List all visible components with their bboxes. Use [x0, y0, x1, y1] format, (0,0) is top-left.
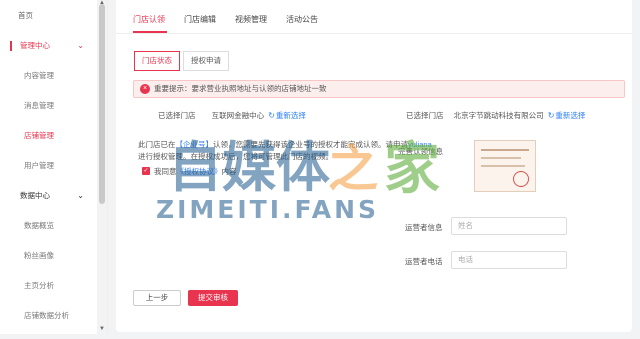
operator-name-input[interactable]: 姓名	[451, 217, 567, 235]
store-label: 已选择门店	[406, 111, 444, 120]
sidebar-item-messages[interactable]: 消息管理	[0, 96, 96, 116]
cert-label: 完善认领信息	[398, 147, 443, 156]
store-value: 北京字节跳动科技有限公司	[453, 111, 544, 120]
reselect-link[interactable]: ↻重新选择	[548, 111, 586, 120]
agreement-suffix: 内容	[221, 167, 237, 176]
prev-step-button[interactable]: 上一步	[133, 290, 181, 306]
sidebar-item-homepage-analysis[interactable]: 主页分析	[0, 276, 96, 296]
refresh-icon: ↻	[547, 111, 555, 120]
sidebar-item-users[interactable]: 用户管理	[0, 156, 96, 176]
segment-auth-apply[interactable]: 授权申请	[183, 51, 229, 71]
agreement-text: 我同意《授权协议》内容	[154, 166, 237, 177]
submit-review-button[interactable]: 提交审核	[188, 290, 238, 306]
sidebar-item-fans[interactable]: 粉丝画像	[0, 246, 96, 266]
refresh-icon: ↻	[268, 111, 275, 120]
reselect-link[interactable]: ↻重新选择	[268, 111, 306, 120]
store-value: 互联网金融中心	[211, 111, 265, 120]
scroll-up-icon[interactable]: ▲	[99, 0, 105, 6]
sidebar-group-label: 数据中心	[20, 191, 50, 200]
active-group-marker	[10, 41, 12, 51]
right-store-row: 已选择门店 北京字节跳动科技有限公司 ↻重新选择	[406, 110, 585, 121]
chevron-down-icon: ⌄	[77, 41, 84, 50]
chevron-down-icon: ⌄	[77, 191, 84, 200]
tab-store-edit[interactable]: 门店编辑	[184, 14, 216, 25]
tab-bar: 门店认领 门店编辑 视频管理 活动公告	[116, 0, 632, 34]
license-line	[481, 165, 525, 167]
tab-video-management[interactable]: 视频管理	[235, 14, 267, 25]
reselect-label: 重新选择	[275, 111, 306, 120]
reselect-label: 重新选择	[555, 111, 586, 120]
sidebar-group-data[interactable]: 数据中心 ⌄	[0, 186, 96, 206]
tab-announcements[interactable]: 活动公告	[286, 14, 318, 25]
operator-phone-label: 运营者电话	[405, 257, 443, 266]
sidebar-item-overview[interactable]: 数据概览	[0, 216, 96, 236]
scroll-down-icon[interactable]: ▼	[99, 326, 105, 332]
license-line	[481, 149, 529, 151]
alert-banner: × 重要提示：要求营业执照地址与认领的店铺地址一致	[133, 80, 625, 98]
desc-text: 此门店已在	[138, 140, 176, 149]
left-store-row: 已选择门店 互联网金融中心 ↻重新选择	[158, 110, 306, 121]
active-tab-underline	[133, 31, 167, 33]
claim-description: 此门店已在【企业号】认领，您需要先获得该企业号的授权才能完成认领。请申请yuli…	[138, 139, 434, 163]
close-circle-icon: ×	[140, 84, 150, 94]
main-panel: 门店认领 门店编辑 视频管理 活动公告 门店状态 授权申请 × 重要提示：要求营…	[116, 0, 632, 332]
sidebar-group-label: 管理中心	[20, 41, 50, 50]
business-license-image[interactable]	[474, 140, 536, 192]
agreement-link[interactable]: 《授权协议》	[177, 167, 222, 176]
license-line	[481, 157, 521, 159]
sidebar-group-management[interactable]: 管理中心 ⌄	[0, 36, 96, 56]
sidebar: 首页 管理中心 ⌄ 内容管理 消息管理 店铺管理 用户管理 数据中心 ⌄ 数据概…	[0, 0, 108, 334]
desc-text: 认领，您需要先获得该企业号的授权才能完成认领。请申请	[213, 140, 408, 149]
sidebar-item-home[interactable]: 首页	[0, 6, 96, 26]
sidebar-item-content[interactable]: 内容管理	[0, 66, 96, 86]
desc-text: 进行授权管理。在授权成功后，您将可管理此门店的视频。	[138, 152, 333, 161]
sidebar-scroll-thumb[interactable]	[99, 4, 105, 204]
tab-store-claim[interactable]: 门店认领	[133, 14, 165, 25]
license-stamp	[513, 171, 529, 187]
sidebar-item-store[interactable]: 店铺管理	[0, 126, 96, 146]
agreement-prefix: 我同意	[154, 167, 177, 176]
operator-phone-input[interactable]: 电话	[451, 251, 567, 269]
segment-store-status[interactable]: 门店状态	[134, 51, 180, 71]
desc-highlight: 【企业号】	[175, 140, 214, 149]
store-label: 已选择门店	[158, 111, 196, 120]
alert-text: 重要提示：要求营业执照地址与认领的店铺地址一致	[154, 84, 327, 93]
agreement-checkbox[interactable]: ✓	[142, 167, 150, 175]
sidebar-item-store-data[interactable]: 店铺数据分析	[0, 306, 96, 326]
operator-name-label: 运营者信息	[405, 223, 443, 232]
